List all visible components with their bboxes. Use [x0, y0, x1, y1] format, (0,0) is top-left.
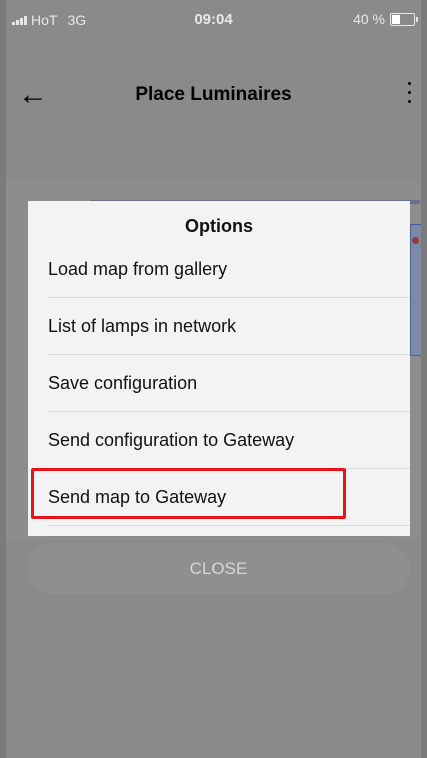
- status-right: 40 %: [353, 11, 418, 27]
- luminaire-marker: [412, 237, 419, 244]
- status-bar: HoT 3G 09:04 40 %: [6, 0, 421, 40]
- option-label: Send configuration to Gateway: [48, 430, 295, 450]
- phone-screen: HoT 3G 09:04 40 % ← Place Luminaires CLO…: [6, 0, 421, 758]
- battery-percent: 40 %: [353, 11, 385, 27]
- option-label: Load map from gallery: [48, 259, 228, 279]
- app-bar: ← Place Luminaires: [6, 58, 421, 128]
- option-load-map-from-gallery[interactable]: Load map from gallery: [28, 241, 410, 298]
- option-label: List of lamps in network: [48, 316, 237, 336]
- battery-level: [392, 14, 400, 24]
- option-list-of-lamps[interactable]: List of lamps in network: [28, 298, 410, 355]
- option-send-configuration-to-gateway[interactable]: Send configuration to Gateway: [28, 412, 410, 469]
- close-button[interactable]: CLOSE: [27, 543, 410, 594]
- more-vertical-icon[interactable]: [405, 82, 413, 106]
- battery-icon: [390, 12, 418, 26]
- page-title: Place Luminaires: [135, 84, 292, 105]
- dialog-title: Options: [185, 216, 253, 236]
- close-button-label: CLOSE: [189, 559, 248, 578]
- highlight-box: [31, 468, 346, 519]
- divider: [48, 525, 410, 526]
- option-save-configuration[interactable]: Save configuration: [28, 355, 410, 412]
- option-label: Save configuration: [48, 373, 198, 393]
